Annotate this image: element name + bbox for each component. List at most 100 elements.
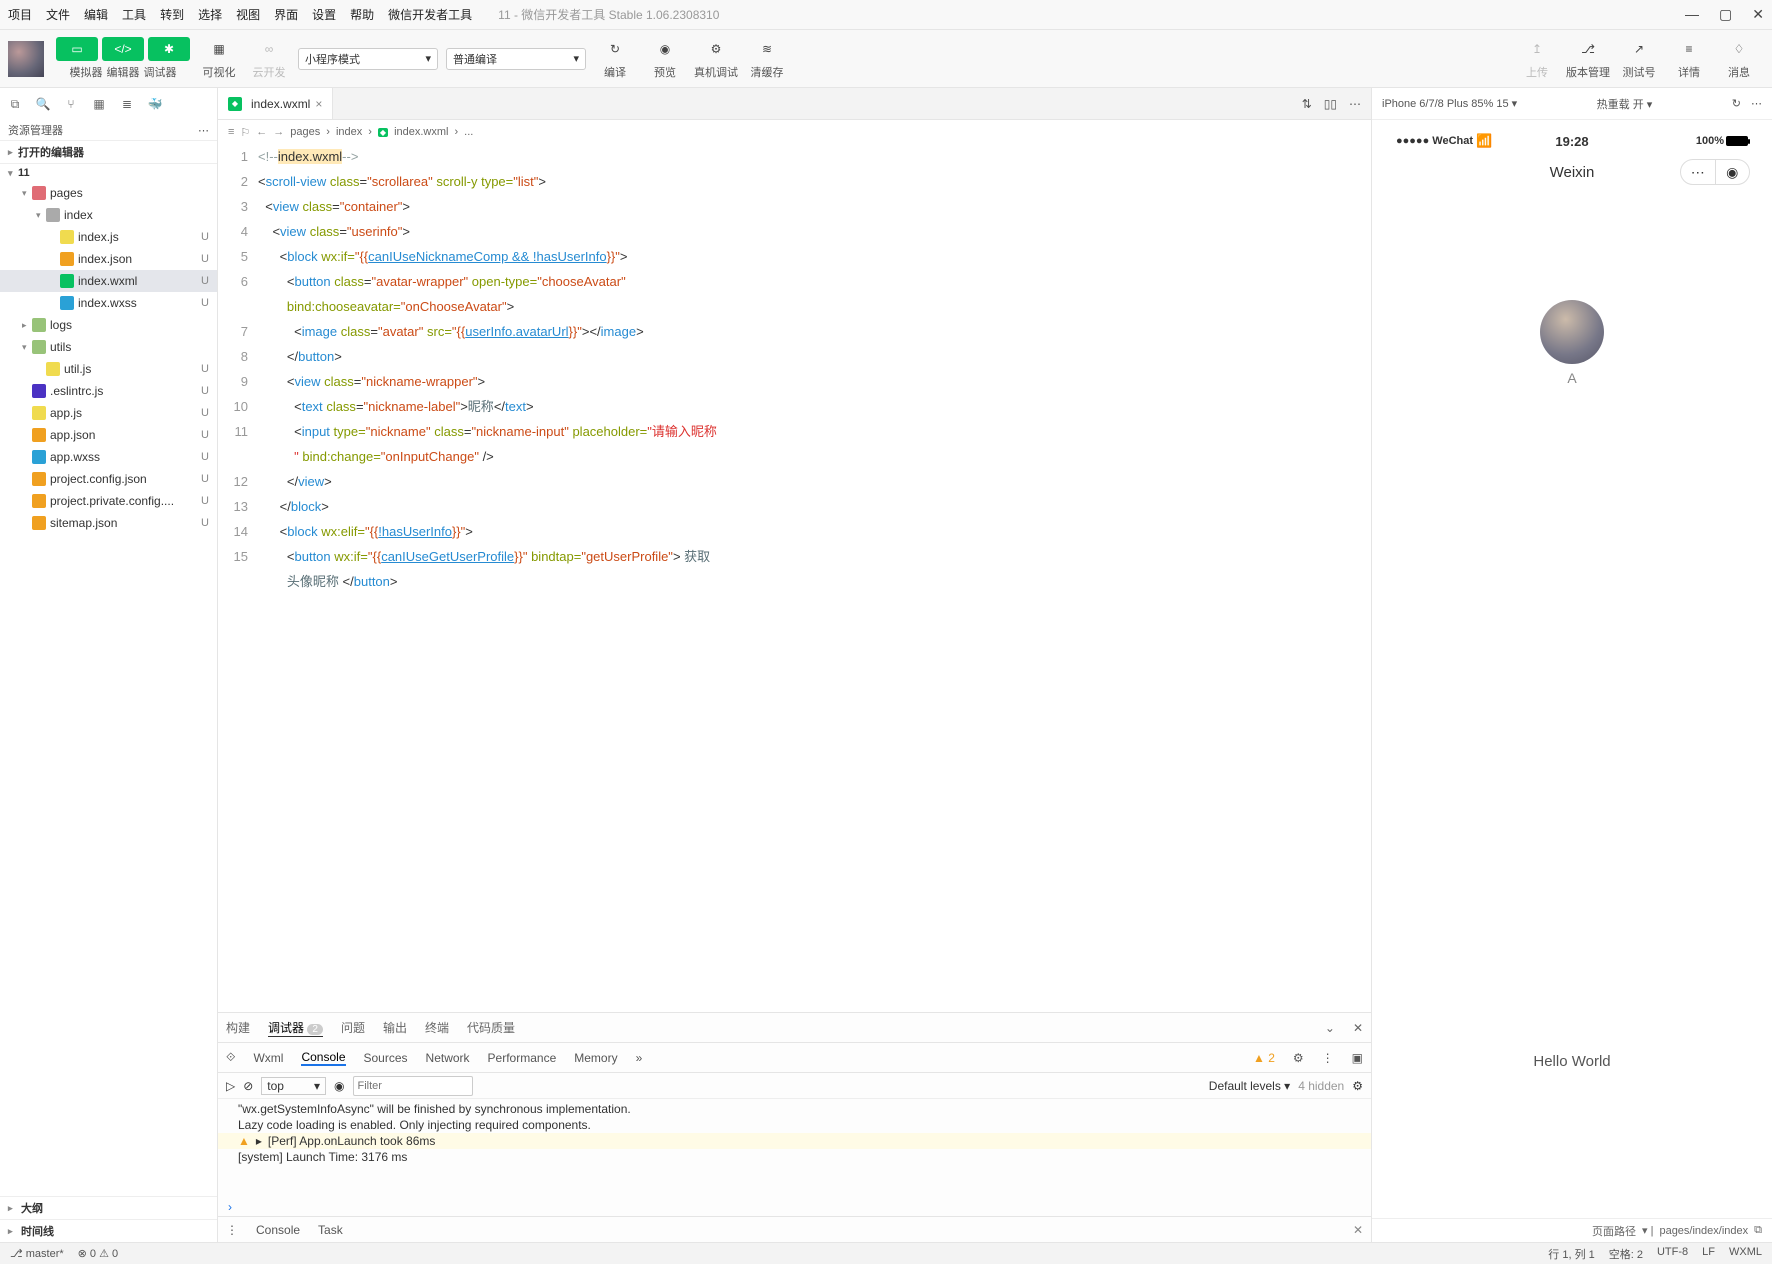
context-select[interactable]: top▾ <box>261 1077 326 1095</box>
menu-wxdev[interactable]: 微信开发者工具 <box>388 6 472 23</box>
filter-input[interactable] <box>353 1076 473 1096</box>
close-panel-icon[interactable]: ✕ <box>1353 1021 1363 1035</box>
menu-tools[interactable]: 工具 <box>122 6 146 23</box>
visual-button[interactable]: ▦ <box>198 37 240 61</box>
simulator-button[interactable]: ▭ <box>56 37 98 61</box>
tab-problems[interactable]: 问题 <box>341 1019 365 1036</box>
menu-help[interactable]: 帮助 <box>350 6 374 23</box>
tree-item-index-wxml[interactable]: index.wxmlU <box>0 270 217 292</box>
version-button[interactable]: ⎇ <box>1567 37 1609 61</box>
kebab-icon[interactable]: ⋮ <box>1322 1051 1334 1065</box>
problems-status[interactable]: ⊗ 0 ⚠ 0 <box>78 1247 119 1260</box>
tree-item-index[interactable]: ▾index <box>0 204 217 226</box>
nav-back-icon[interactable]: ← <box>256 126 267 138</box>
reload-select[interactable]: 热重载 开 ▾ <box>1597 96 1653 112</box>
close-icon[interactable]: ✕ <box>1752 6 1764 23</box>
db-icon[interactable]: ≣ <box>118 95 136 113</box>
menu-select[interactable]: 选择 <box>198 6 222 23</box>
device-select[interactable]: iPhone 6/7/8 Plus 85% 15 ▾ <box>1382 97 1517 110</box>
tree-item-index-json[interactable]: index.jsonU <box>0 248 217 270</box>
tab-build[interactable]: 构建 <box>226 1019 250 1036</box>
dtab-perf[interactable]: Performance <box>488 1051 557 1065</box>
footer-console[interactable]: Console <box>256 1223 300 1237</box>
search-icon[interactable]: 🔍 <box>34 95 52 113</box>
breadcrumb[interactable]: ≡ ⚐ ← → pages › index › ◆ index.wxml › .… <box>218 120 1371 144</box>
cloud-button[interactable]: ∞ <box>248 37 290 61</box>
tree-item-utils[interactable]: ▾utils <box>0 336 217 358</box>
split-icon[interactable]: ▯▯ <box>1324 97 1337 111</box>
dtab-memory[interactable]: Memory <box>574 1051 617 1065</box>
close-tab-icon[interactable]: × <box>315 97 322 111</box>
dock-icon[interactable]: ▣ <box>1352 1051 1363 1065</box>
tab-quality[interactable]: 代码质量 <box>467 1019 515 1036</box>
drawer-icon[interactable]: ⋮ <box>226 1223 238 1237</box>
tree-item-logs[interactable]: ▸logs <box>0 314 217 336</box>
more-preview-icon[interactable]: ⋯ <box>1751 97 1762 110</box>
editor-tab[interactable]: ◆ index.wxml × <box>218 88 333 119</box>
tree-item-app-json[interactable]: app.jsonU <box>0 424 217 446</box>
more-icon[interactable]: ⋯ <box>1349 97 1361 111</box>
copy-path-icon[interactable]: ⧉ <box>1754 1224 1762 1237</box>
eol-status[interactable]: LF <box>1702 1246 1715 1262</box>
tree-item-app-js[interactable]: app.jsU <box>0 402 217 424</box>
tree-item-sitemap-json[interactable]: sitemap.jsonU <box>0 512 217 534</box>
dtab-network[interactable]: Network <box>426 1051 470 1065</box>
gear-icon[interactable]: ⚙ <box>1293 1051 1304 1065</box>
tab-terminal[interactable]: 终端 <box>425 1019 449 1036</box>
capsule[interactable]: ⋯ ◉ <box>1680 159 1750 185</box>
indent-status[interactable]: 空格: 2 <box>1609 1246 1643 1262</box>
mode-select[interactable]: 小程序模式▾ <box>298 48 438 70</box>
branch-icon[interactable]: ⑂ <box>62 95 80 113</box>
menu-view[interactable]: 视图 <box>236 6 260 23</box>
menu-file[interactable]: 文件 <box>46 6 70 23</box>
user-avatar-icon[interactable] <box>8 41 44 77</box>
encoding-status[interactable]: UTF-8 <box>1657 1246 1688 1262</box>
nav-fwd-icon[interactable]: → <box>273 126 284 138</box>
lang-status[interactable]: WXML <box>1729 1246 1762 1262</box>
eye-icon[interactable]: ◉ <box>334 1079 344 1093</box>
refresh-preview-icon[interactable]: ↻ <box>1732 97 1741 110</box>
inspect-icon[interactable]: ⟐ <box>226 1050 235 1065</box>
capsule-close-icon[interactable]: ◉ <box>1716 160 1750 184</box>
test-button[interactable]: ↗ <box>1618 37 1660 61</box>
dtab-sources[interactable]: Sources <box>364 1051 408 1065</box>
console-input[interactable]: › <box>218 1198 1371 1216</box>
remote-debug-button[interactable]: ⚙ <box>695 37 737 61</box>
menu-proj[interactable]: 项目 <box>8 6 32 23</box>
compile-select[interactable]: 普通编译▾ <box>446 48 586 70</box>
tab-output[interactable]: 输出 <box>383 1019 407 1036</box>
section-outline[interactable]: ▸大纲 <box>0 1196 217 1219</box>
compile-button[interactable]: ↻ <box>594 37 636 61</box>
section-timeline[interactable]: ▸时间线 <box>0 1219 217 1242</box>
section-open-editors[interactable]: ▸打开的编辑器 <box>0 143 217 161</box>
tree-item-index-wxss[interactable]: index.wxssU <box>0 292 217 314</box>
details-button[interactable]: ≡ <box>1668 37 1710 61</box>
collapse-panel-icon[interactable]: ⌄ <box>1325 1021 1335 1035</box>
close-drawer-icon[interactable]: ✕ <box>1353 1223 1363 1237</box>
menu-edit[interactable]: 编辑 <box>84 6 108 23</box>
tree-item-project-private-config-[interactable]: project.private.config....U <box>0 490 217 512</box>
levels-select[interactable]: Default levels ▾ <box>1209 1079 1290 1093</box>
preview-avatar[interactable] <box>1540 300 1604 364</box>
cursor-pos[interactable]: 行 1, 列 1 <box>1548 1246 1594 1262</box>
gear-icon[interactable]: ⚙ <box>1352 1079 1363 1093</box>
footer-task[interactable]: Task <box>318 1223 343 1237</box>
code-editor[interactable]: 123456789101112131415 <!--index.wxml--><… <box>218 144 1371 1012</box>
tree-item-index-js[interactable]: index.jsU <box>0 226 217 248</box>
list-icon[interactable]: ≡ <box>228 126 234 138</box>
preview-button[interactable]: ◉ <box>644 37 686 61</box>
dtab-console[interactable]: Console <box>301 1050 345 1066</box>
maximize-icon[interactable]: ▢ <box>1719 6 1732 23</box>
files-icon[interactable]: ⧉ <box>6 95 24 113</box>
tree-item-app-wxss[interactable]: app.wxssU <box>0 446 217 468</box>
menu-goto[interactable]: 转到 <box>160 6 184 23</box>
branch-status[interactable]: ⎇ master* <box>10 1247 64 1260</box>
clear-cache-button[interactable]: ≋ <box>746 37 788 61</box>
more-icon[interactable]: ⋯ <box>198 124 209 137</box>
capsule-menu-icon[interactable]: ⋯ <box>1681 160 1716 184</box>
tree-item-util-js[interactable]: util.jsU <box>0 358 217 380</box>
messages-button[interactable]: ♢ <box>1718 37 1760 61</box>
more-tabs-icon[interactable]: » <box>636 1051 643 1065</box>
debugger-button[interactable]: ✱ <box>148 37 190 61</box>
minimize-icon[interactable]: — <box>1685 6 1699 23</box>
